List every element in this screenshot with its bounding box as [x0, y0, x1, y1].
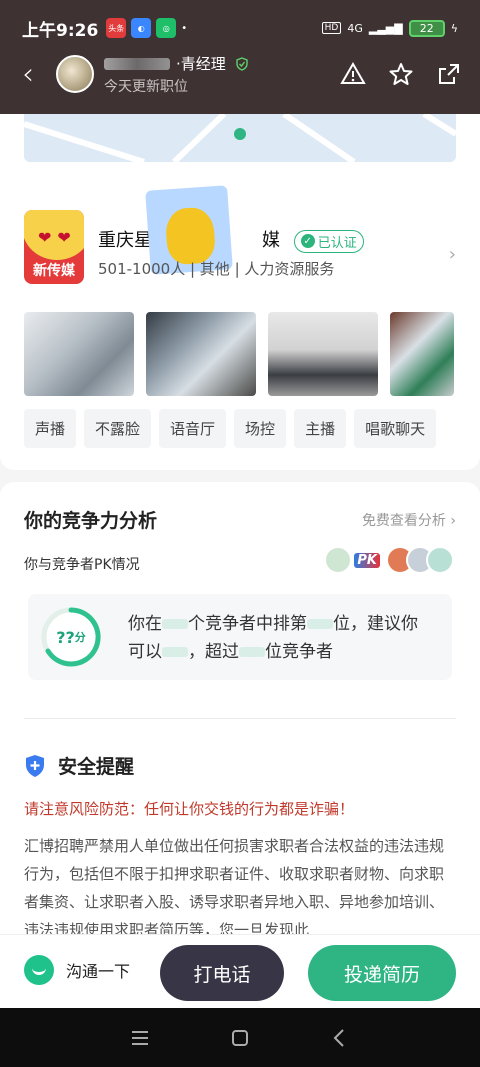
company-photo[interactable] — [390, 312, 454, 396]
risk-warning: 请注意风险防范：任何让你交钱的行为都是诈骗！ — [24, 800, 355, 818]
safety-body: 汇博招聘严禁用人单位做出任何损害求职者合法权益的违法违规行为，包括但不限于扣押求… — [24, 837, 445, 934]
competitor-avatar — [426, 546, 454, 574]
header: 上午9:26 头条 ◐ ◎ • HD 4G ▂▃▅▇ 22 ϟ ‹ ·青经理 今… — [0, 0, 480, 114]
call-button[interactable]: 打电话 — [160, 945, 284, 1001]
logo-text: 新传媒 — [33, 263, 75, 279]
chat-button[interactable]: 沟通一下 — [24, 955, 130, 985]
my-avatar — [324, 546, 353, 574]
bottom-action-bar: 沟通一下 打电话 投递简历 — [0, 934, 480, 1008]
score-unit: 分 — [74, 631, 86, 644]
top-nav: ‹ ·青经理 今天更新职位 — [0, 50, 480, 98]
rank-text-5: ，超过 — [188, 642, 239, 662]
green-app-icon: ◎ — [156, 18, 177, 38]
recruiter-name: ·青经理 — [176, 54, 226, 73]
verified-check-icon: ✓ — [300, 234, 315, 248]
network-label: 4G — [347, 21, 363, 35]
rank-text-6: 位竞争者 — [265, 642, 333, 662]
chat-smile-icon — [24, 955, 54, 985]
chevron-right-icon[interactable]: › — [449, 244, 456, 265]
logo-eyes: ❤❤ — [38, 228, 77, 247]
tag: 不露脸 — [84, 409, 152, 448]
company-meta: 501-1000人 | 其他 | 人力资源服务 — [98, 260, 335, 278]
tag: 语音厅 — [159, 409, 227, 448]
rank-text-4: 可以 — [128, 642, 162, 662]
free-analysis-label: 免费查看分析 — [361, 513, 446, 529]
hd-icon: HD — [321, 22, 342, 34]
dot-icon: • — [181, 22, 188, 34]
score: ?? — [56, 627, 75, 647]
tag: 唱歌聊天 — [354, 409, 437, 448]
masked-value — [162, 619, 188, 629]
company-photo[interactable] — [24, 312, 134, 396]
status-bar: 上午9:26 头条 ◐ ◎ • HD 4G ▂▃▅▇ 22 ϟ — [22, 14, 458, 42]
signal-icon: ▂▃▅▇ — [368, 21, 403, 35]
divider — [24, 718, 456, 719]
tag: 场控 — [234, 409, 287, 448]
chat-label: 沟通一下 — [66, 962, 131, 981]
chat-app-icon: ◐ — [131, 18, 152, 38]
toutiao-app-icon: 头条 — [106, 18, 127, 38]
safety-title-text: 安全提醒 — [58, 756, 135, 778]
recruiter-info[interactable]: ·青经理 今天更新职位 — [104, 53, 249, 96]
map-roads — [24, 114, 456, 162]
battery-icon: 22 — [408, 19, 445, 37]
rank-text-1: 你在 — [128, 614, 162, 634]
menu-icon[interactable] — [129, 1027, 151, 1049]
apply-resume-button[interactable]: 投递简历 — [308, 945, 456, 1001]
score-value: ?? 分 — [40, 606, 102, 668]
shield-plus-icon — [26, 754, 44, 777]
recruiter-avatar[interactable] — [56, 55, 94, 93]
company-photo[interactable] — [268, 312, 378, 396]
rank-text: 你在 个竞争者中排第 位，建议你 可以 ，超过 位竞争者 — [128, 610, 444, 666]
back-arrow-icon[interactable]: ‹ — [0, 57, 56, 92]
company-photo[interactable] — [146, 312, 256, 396]
free-analysis-link[interactable]: 免费查看分析 › — [362, 510, 456, 530]
blurred-name — [104, 58, 170, 70]
back-triangle-icon[interactable] — [329, 1027, 351, 1049]
rank-text-2: 个竞争者中排第 — [188, 614, 307, 634]
chevron-right-icon: › — [450, 513, 456, 529]
company-name-suffix: 媒 — [262, 230, 280, 251]
pk-avatars: PK — [324, 546, 454, 574]
company-logo[interactable]: ❤❤ 新传媒 — [24, 210, 84, 284]
safety-title: 安全提醒 — [24, 752, 134, 779]
pk-title: 你与竞争者PK情况 — [24, 557, 140, 573]
nav-actions — [340, 61, 462, 87]
verified-label: 已认证 — [317, 235, 357, 251]
company-photos — [24, 312, 454, 396]
recruiter-subtitle: 今天更新职位 — [104, 78, 188, 95]
system-nav-bar — [0, 1008, 480, 1067]
tag: 主播 — [294, 409, 347, 448]
charging-icon: ϟ — [450, 21, 458, 35]
pk-badge: PK — [354, 552, 380, 568]
share-icon[interactable] — [436, 61, 462, 87]
report-warning-icon[interactable] — [340, 61, 366, 87]
masked-value — [162, 647, 188, 657]
masked-value — [307, 619, 333, 629]
rank-text-3: 位，建议你 — [333, 614, 418, 634]
verified-badge: ✓ 已认证 — [293, 229, 364, 253]
sticker-figure — [164, 206, 217, 266]
competitiveness-title: 你的竞争力分析 — [24, 510, 158, 532]
status-time: 上午9:26 — [22, 20, 99, 41]
verified-shield-icon — [235, 57, 248, 71]
company-tags: 声播 不露脸 语音厅 场控 主播 唱歌聊天 — [24, 409, 437, 448]
location-map[interactable] — [24, 114, 456, 162]
company-name-prefix: 重庆星 — [98, 230, 152, 251]
score-ring: ?? 分 — [40, 606, 102, 668]
favorite-star-icon[interactable] — [388, 61, 414, 87]
rank-box[interactable]: ?? 分 你在 个竞争者中排第 位，建议你 可以 ，超过 位竞争者 — [28, 594, 452, 680]
home-square-icon[interactable] — [229, 1027, 251, 1049]
tag: 声播 — [24, 409, 77, 448]
status-right: HD 4G ▂▃▅▇ 22 ϟ — [321, 19, 458, 37]
masked-value — [239, 647, 265, 657]
